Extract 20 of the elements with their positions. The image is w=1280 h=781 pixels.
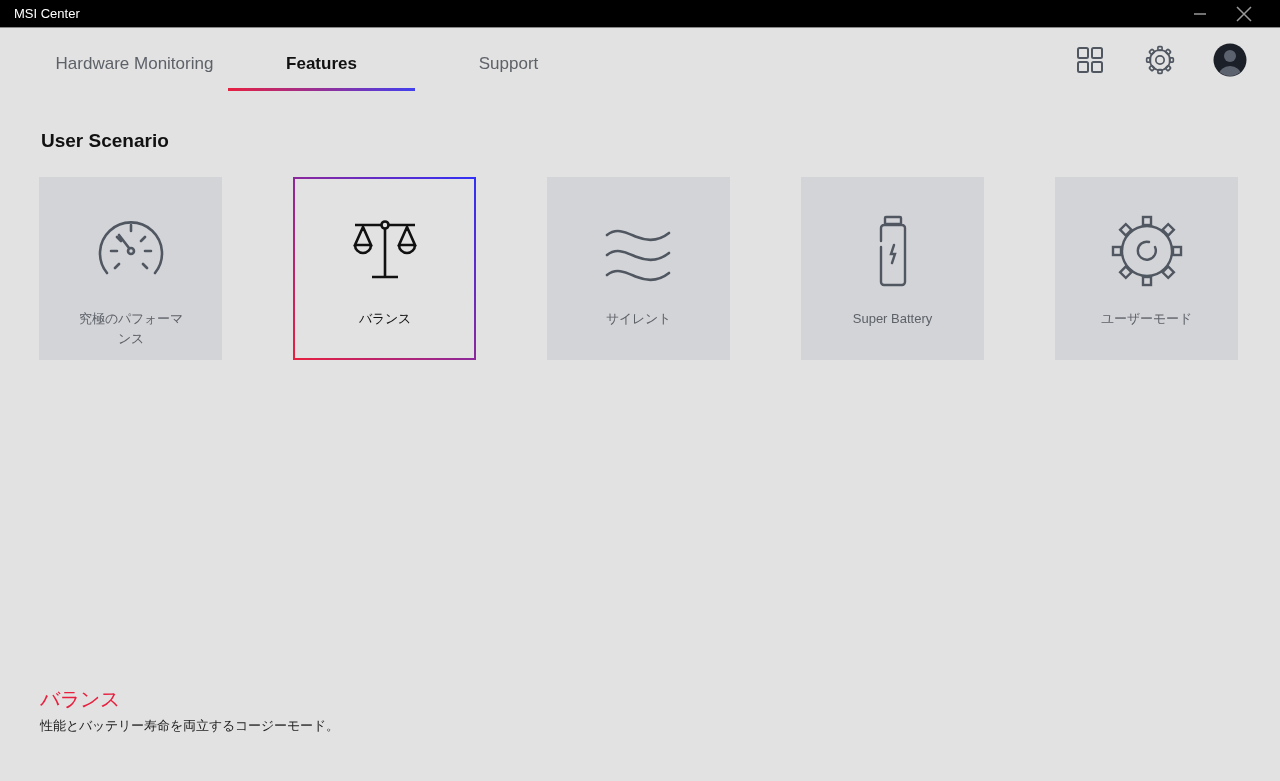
scenario-label: Super Battery [851, 310, 934, 328]
nav-tab[interactable]: Support [415, 39, 602, 91]
avatar-icon[interactable] [1212, 42, 1248, 78]
section-title: User Scenario [41, 130, 170, 152]
scenario-label: 究極のパフォーマンス [77, 310, 184, 348]
mode-description: 性能とバッテリー寿命を両立するコージーモード。 [40, 717, 340, 735]
gear-icon [1110, 215, 1183, 287]
scenario-label: サイレント [605, 310, 672, 328]
scenario-label: バランス [357, 310, 412, 328]
window-title: MSI Center [14, 6, 81, 21]
close-icon[interactable] [1236, 5, 1252, 22]
scenario-card[interactable]: ユーザーモード [1055, 177, 1238, 360]
scenario-card[interactable]: 究極のパフォーマンス [39, 177, 222, 360]
nav-tab[interactable]: Features [228, 39, 415, 91]
scenario-card[interactable]: サイレント [547, 177, 730, 360]
scenario-card[interactable]: Super Battery [801, 177, 984, 360]
nav-tab[interactable]: Hardware Monitoring [41, 39, 228, 91]
mode-title: バランス [40, 687, 121, 712]
scenario-card[interactable]: バランス [293, 177, 476, 360]
scenario-label: ユーザーモード [1100, 310, 1193, 328]
